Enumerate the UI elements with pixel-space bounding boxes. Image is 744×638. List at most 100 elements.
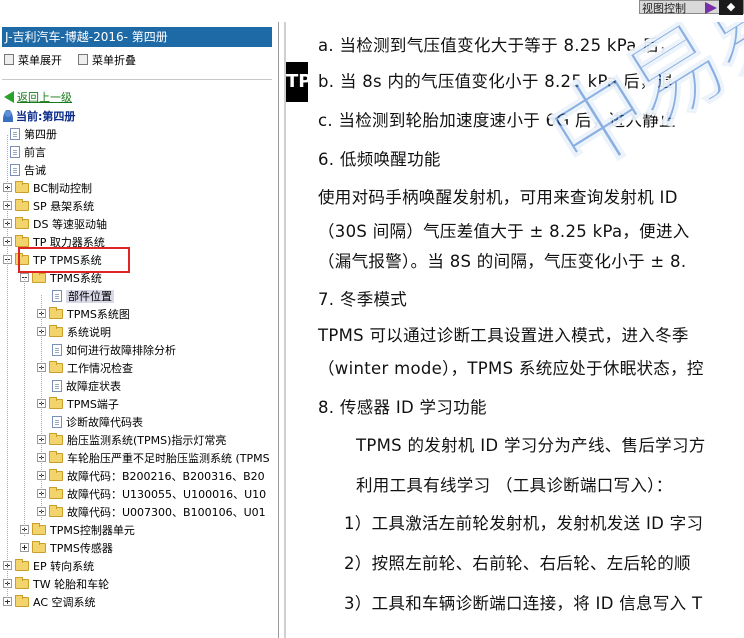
tree-item-label: 故障代码：U007300、B100106、U01 bbox=[67, 506, 266, 519]
tree-item-label: TPMS端子 bbox=[67, 398, 119, 411]
play-icon[interactable] bbox=[705, 2, 717, 14]
collapse-icon bbox=[78, 54, 88, 65]
tree-guide-line bbox=[7, 135, 8, 600]
tree-item-label: SP 悬架系统 bbox=[33, 200, 95, 213]
tree-item[interactable]: 故障代码：U130055、U100016、U10 bbox=[37, 486, 266, 503]
tree-item-label: 故障代码：U130055、U100016、U10 bbox=[67, 488, 267, 501]
tree-item[interactable]: TPMS传感器 bbox=[20, 540, 113, 557]
user-icon bbox=[3, 110, 13, 122]
tree-item[interactable]: 如何进行故障排除分析 bbox=[52, 342, 176, 359]
tree-item[interactable]: TPMS控制器单元 bbox=[20, 522, 135, 539]
folder-icon bbox=[15, 181, 29, 193]
document-line: 8. 传感器 ID 学习功能 bbox=[318, 398, 487, 417]
tree-item-label: AC 空调系统 bbox=[33, 596, 96, 609]
folder-icon bbox=[49, 325, 63, 337]
sidebar: J-吉利汽车-博越-2016- 第四册 菜单展开 菜单折叠 返回上一级 当前:第… bbox=[0, 22, 279, 638]
divider bbox=[2, 79, 272, 80]
tree-item-label: 胎压监测系统(TPMS)指示灯常亮 bbox=[67, 434, 227, 447]
tree-item-label: TPMS传感器 bbox=[50, 542, 113, 555]
folder-icon bbox=[15, 577, 29, 589]
tree-item[interactable]: AC 空调系统 bbox=[3, 594, 96, 611]
tree-item[interactable]: 工作情况检查 bbox=[37, 360, 133, 377]
tree-item-label: 故障代码：B200216、B200316、B20 bbox=[67, 470, 265, 483]
folder-icon bbox=[49, 307, 63, 319]
folder-icon bbox=[15, 199, 29, 211]
tree-item[interactable]: 诊断故障代码表 bbox=[52, 414, 143, 431]
current-location: 当前:第四册 bbox=[3, 108, 75, 124]
tree-guide-line bbox=[41, 295, 42, 520]
tree-item-label: BC制动控制 bbox=[33, 182, 93, 195]
back-arrow-icon bbox=[4, 91, 14, 103]
nav-button[interactable]: ◆ bbox=[719, 0, 743, 15]
folder-icon bbox=[32, 271, 46, 283]
tree-item-label: 工作情况检查 bbox=[67, 362, 133, 375]
tree-item-label: TPMS系统图 bbox=[67, 308, 130, 321]
highlight-box bbox=[18, 247, 130, 273]
tree-item-label: 前言 bbox=[24, 146, 46, 159]
document-icon bbox=[52, 290, 62, 302]
folder-icon bbox=[49, 469, 63, 481]
expand-icon bbox=[4, 54, 14, 65]
tree-item-label: TPMS系统 bbox=[50, 272, 102, 285]
sidebar-title: J-吉利汽车-博越-2016- 第四册 bbox=[2, 27, 272, 47]
tree-guide-line bbox=[24, 277, 25, 537]
tree-item-label: TPMS控制器单元 bbox=[50, 524, 135, 537]
tree-item[interactable]: 故障代码：B200216、B200316、B20 bbox=[37, 468, 265, 485]
document-line: TPMS 的发射机 ID 学习分为产线、售后学习方 bbox=[356, 436, 706, 455]
folder-icon bbox=[15, 559, 29, 571]
document-line: 利用工具有线学习 （工具诊断端口写入）： bbox=[356, 476, 673, 495]
menu-collapse-button[interactable]: 菜单折叠 bbox=[78, 52, 136, 68]
tree-item-label: 诊断故障代码表 bbox=[66, 416, 143, 429]
document-icon bbox=[52, 416, 62, 428]
tree-item[interactable]: 系统说明 bbox=[37, 324, 111, 341]
top-strip: 视图控制 ◆ bbox=[0, 0, 744, 22]
tree-item[interactable]: 第四册 bbox=[10, 126, 57, 143]
tree-item[interactable]: 告诫 bbox=[10, 162, 46, 179]
document-line: 3）工具和车辆诊断端口连接，将 ID 信息写入 T bbox=[344, 594, 703, 613]
back-link[interactable]: 返回上一级 bbox=[4, 89, 72, 105]
view-control[interactable]: 视图控制 ◆ bbox=[639, 0, 744, 15]
folder-icon bbox=[49, 397, 63, 409]
tree-item[interactable]: TPMS系统图 bbox=[37, 306, 130, 323]
folder-icon bbox=[15, 235, 29, 247]
folder-icon bbox=[49, 361, 63, 373]
folder-icon bbox=[15, 595, 29, 607]
folder-icon bbox=[32, 541, 46, 553]
tree-item-label: 故障症状表 bbox=[66, 380, 121, 393]
tree-item-label: 如何进行故障排除分析 bbox=[66, 344, 176, 357]
tree-item-label: TW 轮胎和车轮 bbox=[33, 578, 110, 591]
tree-item[interactable]: TPMS端子 bbox=[37, 396, 119, 413]
tree-item[interactable]: DS 等速驱动轴 bbox=[3, 216, 107, 233]
document-line: （30S 间隔）气压差值大于 ± 8.25 kPa，便进入 bbox=[318, 222, 690, 241]
tree-item-label: 第四册 bbox=[24, 128, 57, 141]
tree-item[interactable]: 部件位置 bbox=[52, 288, 114, 305]
view-control-label: 视图控制 bbox=[642, 2, 686, 15]
tree-item[interactable]: SP 悬架系统 bbox=[3, 198, 94, 215]
menu-expand-button[interactable]: 菜单展开 bbox=[4, 52, 62, 68]
document-icon bbox=[10, 164, 20, 176]
folder-icon bbox=[49, 505, 63, 517]
section-badge: TP bbox=[286, 62, 311, 102]
document-icon bbox=[52, 380, 62, 392]
folder-icon bbox=[15, 217, 29, 229]
tree-item[interactable]: TW 轮胎和车轮 bbox=[3, 576, 109, 593]
document-icon bbox=[10, 146, 20, 158]
tree-item[interactable]: BC制动控制 bbox=[3, 180, 92, 197]
tree-item[interactable]: 车轮胎压严重不足时胎压监测系统 (TPMS bbox=[37, 450, 270, 467]
folder-icon bbox=[32, 523, 46, 535]
tree-item-label: 告诫 bbox=[24, 164, 46, 177]
expand-toggle-icon[interactable] bbox=[20, 543, 29, 552]
tree-item[interactable]: 胎压监测系统(TPMS)指示灯常亮 bbox=[37, 432, 226, 449]
tree-item[interactable]: 前言 bbox=[10, 144, 46, 161]
document-icon bbox=[52, 344, 62, 356]
document-line: 使用对码手柄唤醒发射机，可用来查询发射机 ID bbox=[318, 188, 678, 207]
tree-item[interactable]: 故障症状表 bbox=[52, 378, 121, 395]
document-line: 2）按照左前轮、右前轮、右后轮、左后轮的顺 bbox=[344, 554, 691, 573]
tree-item[interactable]: 故障代码：U007300、B100106、U01 bbox=[37, 504, 266, 521]
tree-item-label: DS 等速驱动轴 bbox=[33, 218, 107, 231]
document-view: TP a. 当检测到气压值变化大于等于 8.25 kPa 后， b. 当 8s 内… bbox=[286, 22, 744, 638]
folder-icon bbox=[49, 451, 63, 463]
tree-item-label: 部件位置 bbox=[66, 290, 114, 303]
tree-item-label: 系统说明 bbox=[67, 326, 111, 339]
tree-item[interactable]: EP 转向系统 bbox=[3, 558, 94, 575]
